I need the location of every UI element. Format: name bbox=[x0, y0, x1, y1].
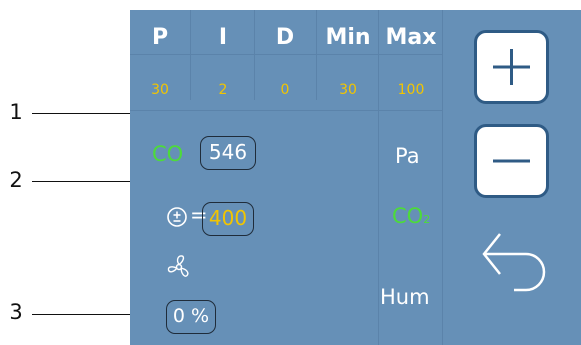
grid-line bbox=[442, 10, 443, 345]
minus-button[interactable] bbox=[474, 124, 549, 198]
plus-minus-circle-icon bbox=[166, 206, 188, 228]
plus-icon bbox=[493, 49, 530, 85]
co2-label-subscript: 2 bbox=[423, 213, 431, 226]
value-max[interactable]: 100 bbox=[378, 80, 444, 100]
header-i: I bbox=[218, 25, 228, 50]
callout-3: 3 bbox=[9, 300, 23, 324]
header-min: Min bbox=[325, 25, 371, 50]
fan-icon bbox=[166, 254, 192, 280]
value-p[interactable]: 30 bbox=[130, 80, 190, 100]
value-min[interactable]: 30 bbox=[316, 80, 380, 100]
co2-label-main: CO bbox=[392, 204, 424, 228]
fan-speed-box: 0 % bbox=[166, 300, 216, 334]
value-d[interactable]: 0 bbox=[254, 80, 316, 100]
pressure-label[interactable]: Pa bbox=[395, 144, 420, 168]
co-value-box: 546 bbox=[200, 136, 256, 170]
grid-line bbox=[190, 10, 191, 100]
co2-label[interactable]: CO2 bbox=[392, 204, 430, 228]
value-i[interactable]: 2 bbox=[192, 80, 254, 100]
callout-1: 1 bbox=[9, 100, 23, 124]
minus-icon bbox=[493, 159, 530, 163]
back-button[interactable] bbox=[474, 224, 554, 300]
grid-line bbox=[130, 110, 442, 111]
grid-line bbox=[378, 10, 379, 345]
back-arrow-icon bbox=[482, 233, 546, 292]
setpoint-value-box[interactable]: 400 bbox=[202, 202, 254, 236]
header-p: P bbox=[151, 25, 169, 50]
plus-button[interactable] bbox=[474, 30, 549, 104]
humidity-label[interactable]: Hum bbox=[380, 285, 430, 309]
header-max: Max bbox=[385, 25, 437, 50]
header-d: D bbox=[275, 25, 295, 50]
callout-2: 2 bbox=[9, 168, 23, 192]
co-label: CO bbox=[152, 142, 184, 166]
control-panel: P I D Min Max 30 2 0 30 100 CO 546 = 400… bbox=[130, 10, 581, 345]
